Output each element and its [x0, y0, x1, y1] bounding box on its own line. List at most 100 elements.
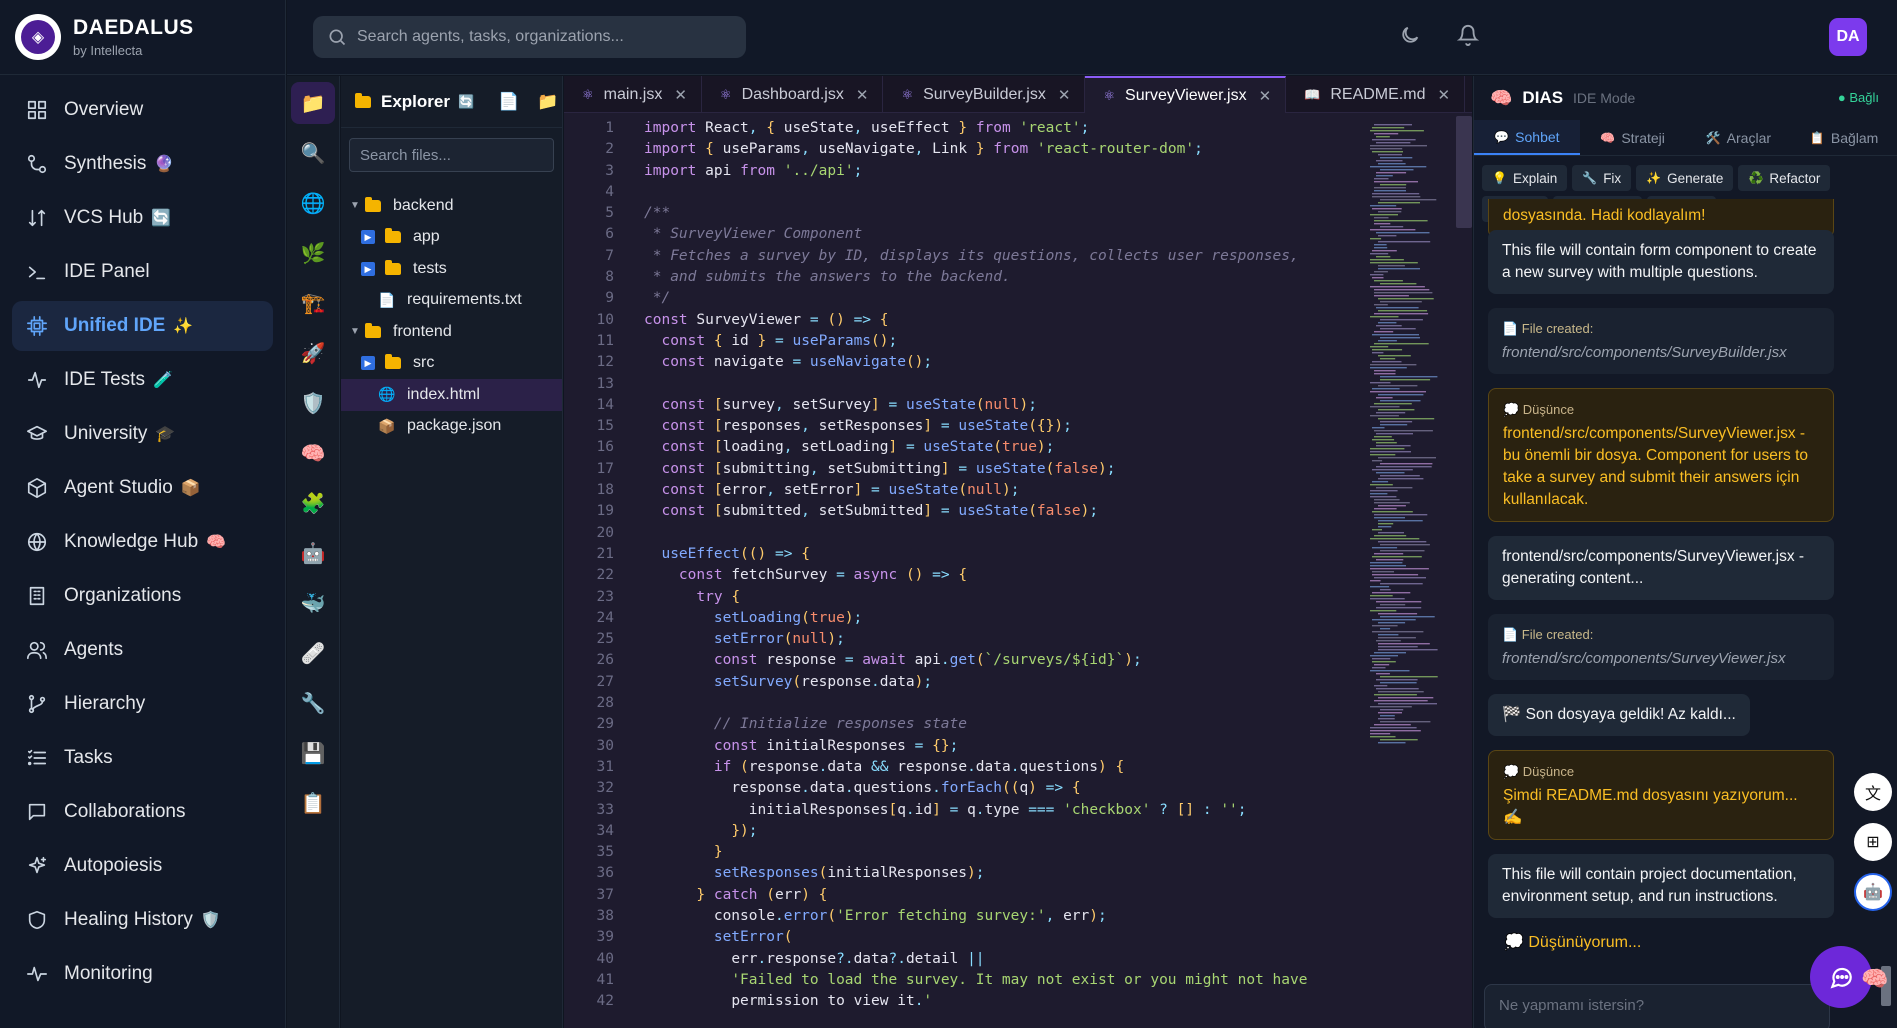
- line-number: 15: [596, 418, 614, 435]
- rail-icon: 🔧: [300, 692, 326, 715]
- nav-item-healing-history[interactable]: Healing History 🛡️: [12, 895, 273, 945]
- close-icon[interactable]: ✕: [1437, 86, 1450, 104]
- brain-float-icon[interactable]: 🧠: [1858, 962, 1892, 996]
- apps-icon[interactable]: ⊞: [1854, 823, 1892, 861]
- tab-icon: 💬: [1494, 129, 1510, 144]
- nav-item-ide-panel[interactable]: IDE Panel: [12, 247, 273, 297]
- rail-button-3[interactable]: 🌿: [291, 232, 335, 274]
- nav-item-unified-ide[interactable]: Unified IDE ✨: [12, 301, 273, 351]
- rail-button-12[interactable]: 🔧: [291, 682, 335, 724]
- nav-item-autopoiesis[interactable]: Autopoiesis: [12, 841, 273, 891]
- close-icon[interactable]: ✕: [1058, 86, 1071, 104]
- tab-dashboard-jsx[interactable]: ⚛ Dashboard.jsx ✕: [702, 76, 884, 113]
- close-icon[interactable]: ✕: [674, 86, 687, 104]
- tree-item-src[interactable]: ▶ src: [341, 348, 562, 380]
- refresh-icon[interactable]: 🔄: [458, 94, 474, 110]
- message-text: This file will contain project documenta…: [1502, 866, 1797, 905]
- chip-label: Generate: [1667, 170, 1724, 186]
- rail-button-6[interactable]: 🛡️: [291, 382, 335, 424]
- chip-icon: 🔧: [1582, 171, 1598, 185]
- tree-item-tests[interactable]: ▶ tests: [341, 253, 562, 285]
- translate-icon[interactable]: 文: [1854, 773, 1892, 811]
- nav-item-tasks[interactable]: Tasks: [12, 733, 273, 783]
- tab-araçlar[interactable]: 🛠️ Araçlar: [1686, 120, 1792, 155]
- nav-item-overview[interactable]: Overview: [12, 85, 273, 135]
- avatar[interactable]: DA: [1829, 18, 1867, 56]
- refactor-button[interactable]: ♻️ Refactor: [1738, 165, 1831, 191]
- assistant-icon[interactable]: 🤖: [1854, 873, 1892, 911]
- chip-label: Refactor: [1769, 170, 1821, 186]
- tree-item-package-json[interactable]: 📦 package.json: [341, 411, 562, 443]
- message-text: frontend/src/components/SurveyViewer.jsx: [1502, 650, 1786, 667]
- tab-readme-md[interactable]: 📖 README.md ✕: [1286, 76, 1466, 113]
- tree-item-app[interactable]: ▶ app: [341, 222, 562, 254]
- line-number: 35: [596, 844, 614, 861]
- rail-button-7[interactable]: 🧠: [291, 432, 335, 474]
- nav-item-collaborations[interactable]: Collaborations: [12, 787, 273, 837]
- new-file-icon[interactable]: 📄: [498, 92, 519, 112]
- moon-icon[interactable]: [1399, 24, 1421, 51]
- rail-button-2[interactable]: 🌐: [291, 182, 335, 224]
- message-icon: [26, 801, 48, 823]
- tab-main-jsx[interactable]: ⚛ main.jsx ✕: [564, 76, 702, 113]
- nav-item-agent-studio[interactable]: Agent Studio 📦: [12, 463, 273, 513]
- tab-surveyviewer-jsx[interactable]: ⚛ SurveyViewer.jsx ✕: [1085, 76, 1287, 113]
- tree-item-index-html[interactable]: 🌐 index.html: [341, 379, 562, 411]
- tab-strateji[interactable]: 🧠 Strateji: [1580, 120, 1686, 155]
- chat-input[interactable]: Ne yapmamı istersin?: [1484, 984, 1830, 1028]
- nav-item-hierarchy[interactable]: Hierarchy: [12, 679, 273, 729]
- folder-icon: [355, 92, 371, 108]
- nav-item-agents[interactable]: Agents: [12, 625, 273, 675]
- line-number: 19: [596, 503, 614, 520]
- nav-item-vcs-hub[interactable]: VCS Hub 🔄: [12, 193, 273, 243]
- close-icon[interactable]: ✕: [856, 86, 869, 104]
- bell-icon[interactable]: [1456, 24, 1480, 51]
- nav-item-ide-tests[interactable]: IDE Tests 🧪: [12, 355, 273, 405]
- nav-item-monitoring[interactable]: Monitoring: [12, 949, 273, 999]
- generate-button[interactable]: ✨ Generate: [1636, 165, 1734, 191]
- minimap[interactable]: [1364, 124, 1444, 1024]
- code-text: initialResponses[q.id] = q.type === 'che…: [748, 801, 1247, 818]
- tab-surveybuilder-jsx[interactable]: ⚛ SurveyBuilder.jsx ✕: [883, 76, 1086, 113]
- close-icon[interactable]: ✕: [1259, 87, 1272, 105]
- tab-bağlam[interactable]: 📋 Bağlam: [1791, 120, 1897, 155]
- nav-item-organizations[interactable]: Organizations: [12, 571, 273, 621]
- rail-button-14[interactable]: 📋: [291, 782, 335, 824]
- search-placeholder: Search agents, tasks, organizations...: [357, 28, 624, 45]
- tab-icon: 🧠: [1600, 130, 1616, 145]
- rail-button-10[interactable]: 🐳: [291, 582, 335, 624]
- tree-item-requirements-txt[interactable]: 📄 requirements.txt: [341, 285, 562, 317]
- editor-scrollbar[interactable]: [1456, 116, 1472, 228]
- nav-item-knowledge-hub[interactable]: Knowledge Hub 🧠: [12, 517, 273, 567]
- vcs-icon: [26, 207, 48, 229]
- rail-button-9[interactable]: 🤖: [291, 532, 335, 574]
- explain-button[interactable]: 💡 Explain: [1482, 165, 1568, 191]
- tree-item-backend[interactable]: ▼ backend: [341, 190, 562, 222]
- line-number: 34: [596, 822, 614, 839]
- rail-button-8[interactable]: 🧩: [291, 482, 335, 524]
- search-input[interactable]: Search agents, tasks, organizations...: [313, 16, 746, 58]
- brand-subtitle: by Intellecta: [73, 43, 143, 58]
- nav-item-synthesis[interactable]: Synthesis 🔮: [12, 139, 273, 189]
- message-label: 💭 Düşünce: [1503, 764, 1575, 779]
- tab-sohbet[interactable]: 💬 Sohbet: [1474, 120, 1580, 155]
- chat-message: 📄 File created: frontend/src/components/S…: [1488, 614, 1834, 680]
- rail-button-1[interactable]: 🔍: [291, 132, 335, 174]
- rail-button-11[interactable]: 🩹: [291, 632, 335, 674]
- nav-item-university[interactable]: University 🎓: [12, 409, 273, 459]
- rail-button-0[interactable]: 📁: [291, 82, 335, 124]
- code-line: 41 'Failed to load the survey. It may no…: [564, 972, 1364, 993]
- brand[interactable]: ◈ DAEDALUS by Intellecta: [0, 0, 285, 75]
- rail-button-5[interactable]: 🚀: [291, 332, 335, 374]
- fix-button[interactable]: 🔧 Fix: [1572, 165, 1632, 191]
- code-area[interactable]: 1 import React, { useState, useEffect } f…: [564, 120, 1364, 1014]
- file-search-input[interactable]: Search files...: [349, 138, 554, 172]
- new-folder-icon[interactable]: 📁: [537, 92, 558, 112]
- chat-message: 📄 File created: frontend/src/components/S…: [1488, 308, 1834, 374]
- sparkles-icon: [26, 855, 48, 877]
- tree-item-frontend[interactable]: ▼ frontend: [341, 316, 562, 348]
- code-text: const [responses, setResponses] = useSta…: [661, 418, 1072, 435]
- chevron-right-icon: ▶: [361, 230, 375, 245]
- rail-button-13[interactable]: 💾: [291, 732, 335, 774]
- rail-button-4[interactable]: 🏗️: [291, 282, 335, 324]
